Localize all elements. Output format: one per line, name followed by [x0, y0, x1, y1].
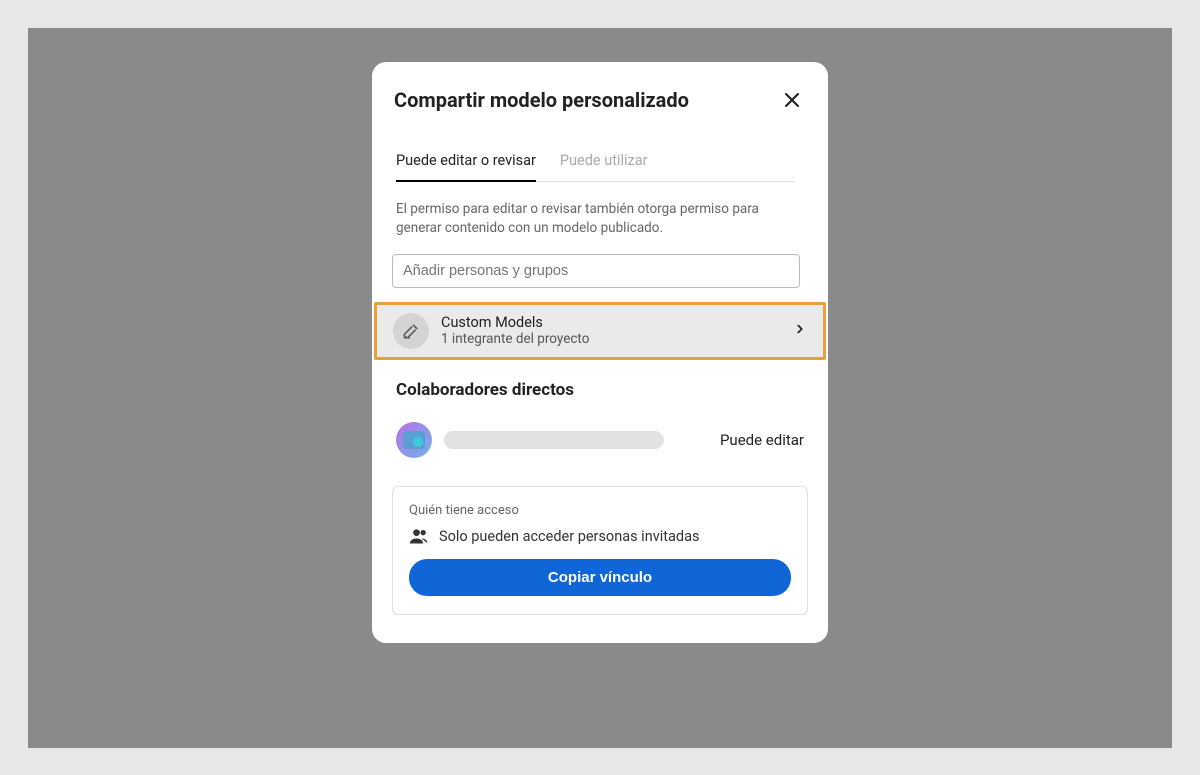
add-people-input[interactable] — [392, 254, 800, 288]
share-modal: Compartir modelo personalizado Puede edi… — [372, 62, 828, 643]
collaborator-name-redacted — [444, 431, 664, 449]
collaborator-permission: Puede editar — [720, 431, 804, 449]
project-subtitle: 1 integrante del proyecto — [441, 331, 793, 347]
access-text: Solo pueden acceder personas invitadas — [439, 528, 699, 545]
pencil-ruler-icon — [401, 321, 421, 341]
people-icon — [409, 528, 429, 544]
project-name: Custom Models — [441, 314, 793, 331]
tab-edit-review[interactable]: Puede editar o revisar — [396, 152, 536, 181]
close-button[interactable] — [778, 86, 806, 114]
collaborator-row: Puede editar — [392, 422, 808, 458]
access-row: Solo pueden acceder personas invitadas — [409, 528, 791, 545]
collaborators-heading: Colaboradores directos — [392, 380, 808, 400]
chevron-right-icon — [793, 321, 807, 340]
avatar-graphic-icon — [403, 431, 425, 449]
close-icon — [784, 92, 800, 108]
access-label: Quién tiene acceso — [409, 503, 791, 518]
tab-can-use[interactable]: Puede utilizar — [560, 152, 648, 181]
copy-link-button[interactable]: Copiar vínculo — [409, 559, 791, 596]
permission-description: El permiso para editar o revisar también… — [392, 200, 808, 238]
collaborator-avatar — [396, 422, 432, 458]
modal-backdrop: Compartir modelo personalizado Puede edi… — [28, 28, 1172, 748]
permission-tabs: Puede editar o revisar Puede utilizar — [396, 152, 794, 182]
modal-header: Compartir modelo personalizado — [392, 86, 808, 114]
modal-title: Compartir modelo personalizado — [394, 88, 689, 112]
project-row[interactable]: Custom Models 1 integrante del proyecto — [374, 302, 826, 360]
project-text: Custom Models 1 integrante del proyecto — [441, 314, 793, 347]
access-panel: Quién tiene acceso Solo pueden acceder p… — [392, 486, 808, 615]
project-icon — [393, 313, 429, 349]
